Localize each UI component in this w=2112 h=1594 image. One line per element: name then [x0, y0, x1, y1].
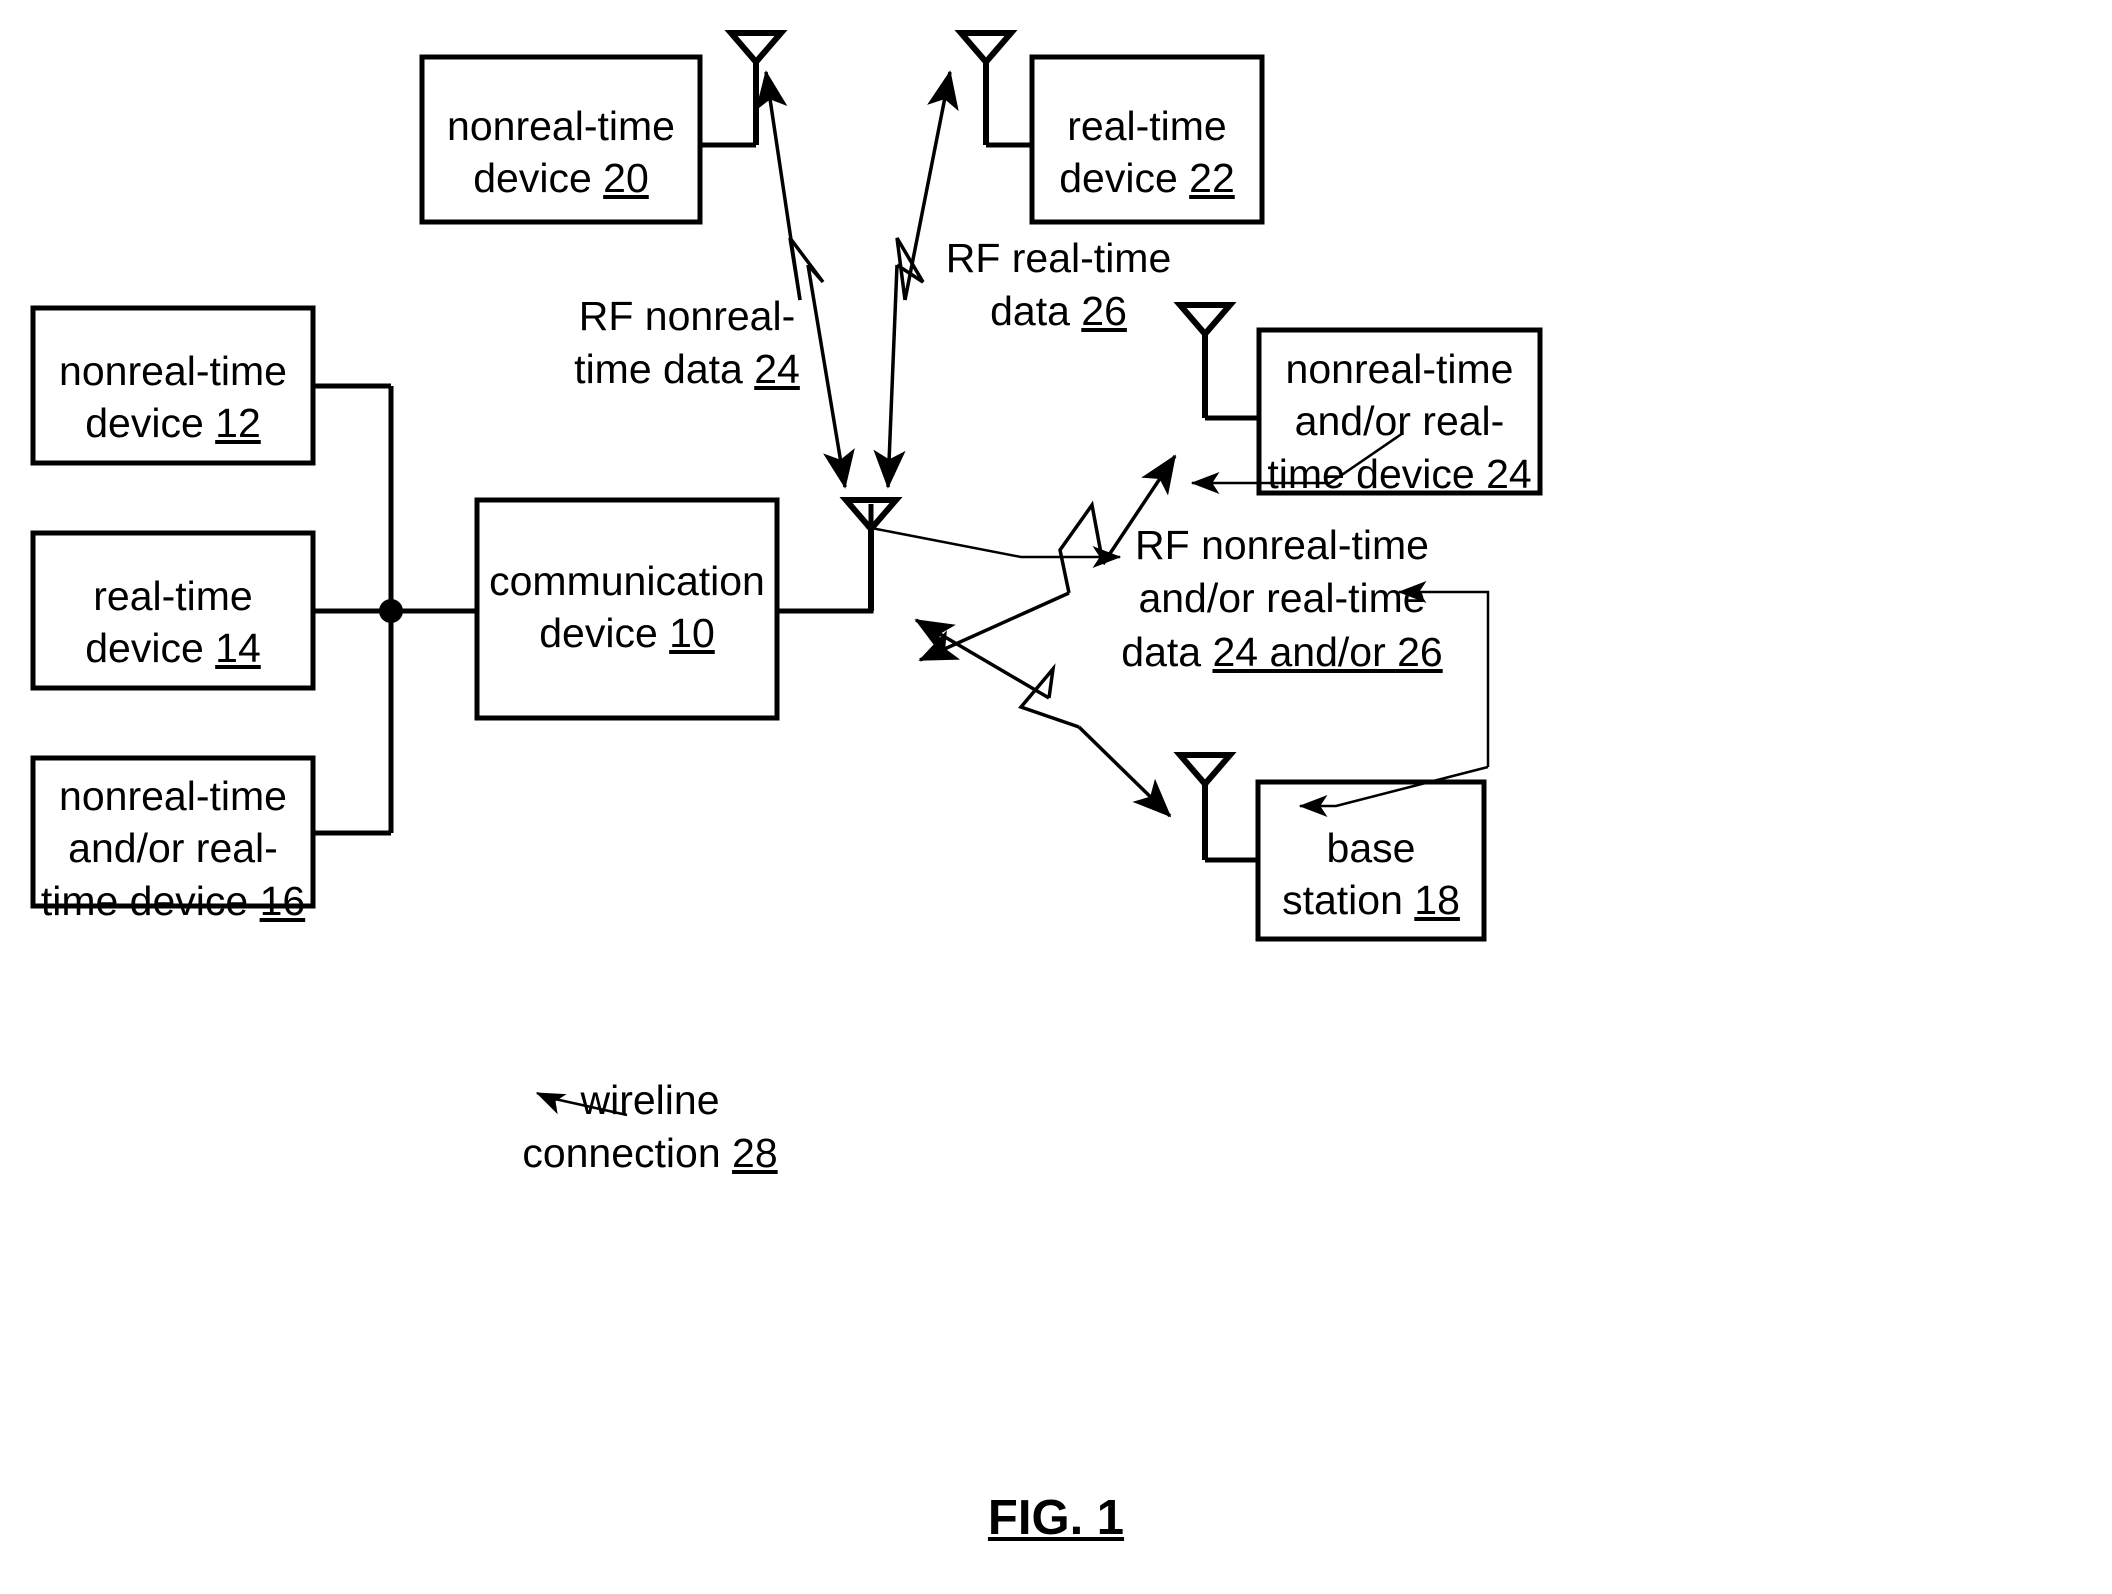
box-nonreal-time-device-20: [419, 54, 703, 225]
junction-dot-icon: [379, 599, 403, 623]
reference-numeral: 24: [754, 346, 800, 393]
rf-link-base-station-lower: [1077, 725, 1172, 818]
figure-caption: FIG. 1: [987, 1491, 1125, 1545]
box-nonreal-time-and-or-real-time-device-16: [30, 755, 316, 909]
rf-link-device-22-down: [873, 264, 906, 489]
annotation-line: RF nonreal-: [578, 293, 796, 339]
box-real-time-device-14: [30, 530, 316, 691]
annotation-line: wireline: [580, 1077, 720, 1123]
box-real-time-device-22: [1029, 54, 1265, 225]
annotation-rf-nonreal-and-or-real-time-data: RF nonreal-time and/or real-time data 24…: [1117, 519, 1447, 679]
annotation-line: and/or real-time: [1138, 575, 1426, 622]
box-nonreal-time-and-or-real-time-device-24: [1256, 327, 1543, 496]
annotation-line: RF real-time: [945, 235, 1172, 281]
reference-numeral: 28: [732, 1130, 778, 1177]
box-base-station-18: [1255, 779, 1487, 942]
rf-link-device-24-lower: [918, 591, 1070, 662]
patent-figure-1: nonreal-time device 20 real-time device …: [0, 0, 2112, 1594]
box-nonreal-time-device-12: [30, 305, 316, 466]
annotation-line: data 24 and/or 26: [1121, 628, 1443, 675]
box-communication-device-10: [474, 497, 780, 721]
reference-numeral: 24 and/or 26: [1212, 628, 1443, 675]
antenna-icon-device-24: [1173, 302, 1259, 421]
leader-rf-nonreal-time-data-24: [865, 525, 1122, 568]
annotation-rf-real-time-data-26: RF real-time data 26: [936, 232, 1181, 339]
rf-link-device-20-down: [806, 264, 855, 489]
annotation-wireline-connection-28: wireline connection 28: [460, 1074, 840, 1181]
antenna-icon-device-22: [954, 30, 1032, 148]
antenna-icon-base-station-18: [1173, 752, 1258, 863]
annotation-line: connection 28: [522, 1130, 778, 1177]
rf-lightning-bolt-icon-18: [1018, 663, 1080, 729]
rf-lightning-bolt-icon-24: [1058, 500, 1105, 594]
annotation-line: time data 24: [574, 346, 800, 393]
annotation-line: RF nonreal-time: [1135, 522, 1429, 568]
annotation-line: data 26: [990, 288, 1127, 335]
comm-device-antenna-feed: [777, 504, 874, 614]
annotation-rf-nonreal-time-data-24: RF nonreal- time data 24: [562, 290, 812, 397]
reference-numeral: 26: [1081, 288, 1127, 335]
